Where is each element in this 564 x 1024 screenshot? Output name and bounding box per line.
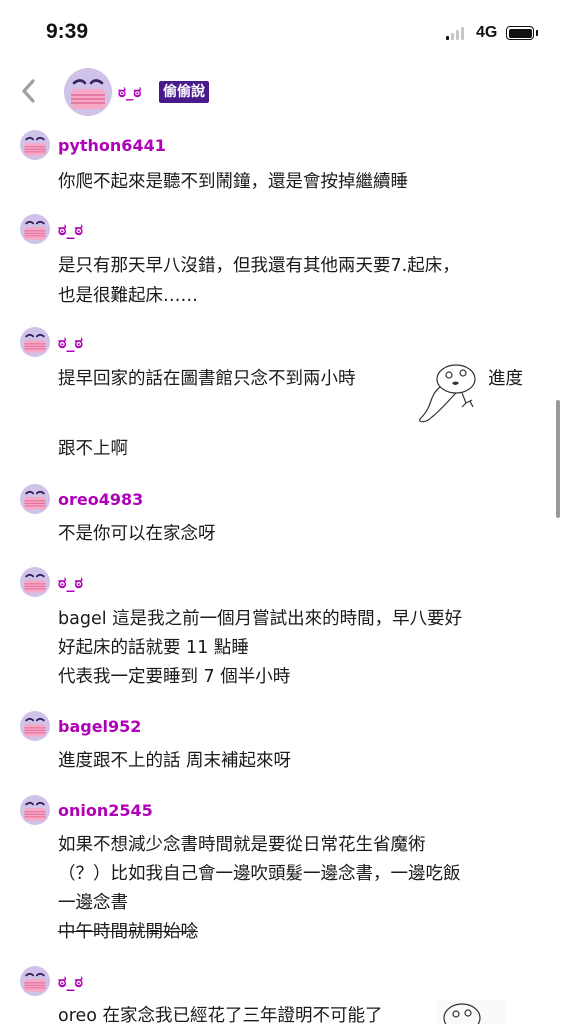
comment-text-struck: 中午時間就開始唸 — [58, 922, 198, 942]
user-avatar[interactable] — [20, 484, 50, 514]
comment-username[interactable]: python6441 — [58, 136, 166, 155]
comment-text: 一邊念書 — [58, 893, 128, 913]
comment-username[interactable]: oreo4983 — [58, 490, 143, 509]
user-avatar[interactable] — [20, 130, 50, 160]
back-button[interactable] — [14, 76, 44, 106]
comment-text: 進度 — [488, 369, 523, 389]
comment-text: 是只有那天早八沒錯，但我還有其他兩天要7.起床， — [58, 256, 460, 276]
user-avatar[interactable] — [20, 966, 50, 996]
chevron-left-icon — [22, 79, 35, 103]
author-avatar[interactable] — [64, 68, 112, 116]
sticker-emoji — [436, 1000, 506, 1024]
status-bar: 9:39 4G — [0, 0, 564, 64]
topic-badge[interactable]: 偷偷說 — [159, 81, 209, 103]
comment-username[interactable]: ಠ_ಠ — [58, 220, 83, 240]
user-avatar[interactable] — [20, 567, 50, 597]
comment-username[interactable]: ಠ_ಠ — [58, 573, 83, 593]
user-avatar[interactable] — [20, 795, 50, 825]
comment-text: 提早回家的話在圖書館只念不到兩小時 — [58, 369, 356, 389]
user-avatar[interactable] — [20, 711, 50, 741]
signal-strength-icon — [446, 27, 464, 40]
comment-text: 如果不想減少念書時間就是要從日常花生省魔術 — [58, 835, 426, 855]
comment-text: （？）比如我自己會一邊吹頭髮一邊念書，一邊吃飯 — [58, 864, 461, 884]
user-avatar[interactable] — [20, 214, 50, 244]
comment-username[interactable]: ಠ_ಠ — [58, 972, 83, 992]
comment-username[interactable]: onion2545 — [58, 801, 153, 820]
comment-text: bagel 這是我之前一個月嘗試出來的時間，早八要好 — [58, 609, 463, 629]
post-header: ಠ_ಠ 偷偷說 — [0, 64, 564, 120]
comment-text: 代表我一定要睡到 7 個半小時 — [58, 667, 291, 687]
comment-text: 跟不上啊 — [58, 439, 128, 459]
author-name: ಠ_ಠ — [118, 83, 142, 101]
comment-username[interactable]: ಠ_ಠ — [58, 333, 83, 353]
comment-text: oreo 在家念我已經花了三年證明不可能了 — [58, 1006, 383, 1024]
battery-icon — [506, 26, 534, 40]
comment-text: 也是很難起床…… — [58, 286, 198, 306]
scrollbar[interactable] — [556, 400, 560, 518]
comment-text: 好起床的話就要 11 點睡 — [58, 638, 249, 658]
user-avatar[interactable] — [20, 327, 50, 357]
comment-username[interactable]: bagel952 — [58, 717, 141, 736]
comment-text: 不是你可以在家念呀 — [58, 524, 216, 544]
network-label: 4G — [476, 24, 498, 41]
comment-text: 進度跟不上的話 周末補起來呀 — [58, 751, 292, 771]
comment-text: 你爬不起來是聽不到鬧鐘，還是會按掉繼續睡 — [58, 172, 408, 192]
status-time: 9:39 — [46, 20, 89, 43]
sticker-emoji — [419, 364, 476, 423]
battery-tip — [536, 30, 538, 36]
